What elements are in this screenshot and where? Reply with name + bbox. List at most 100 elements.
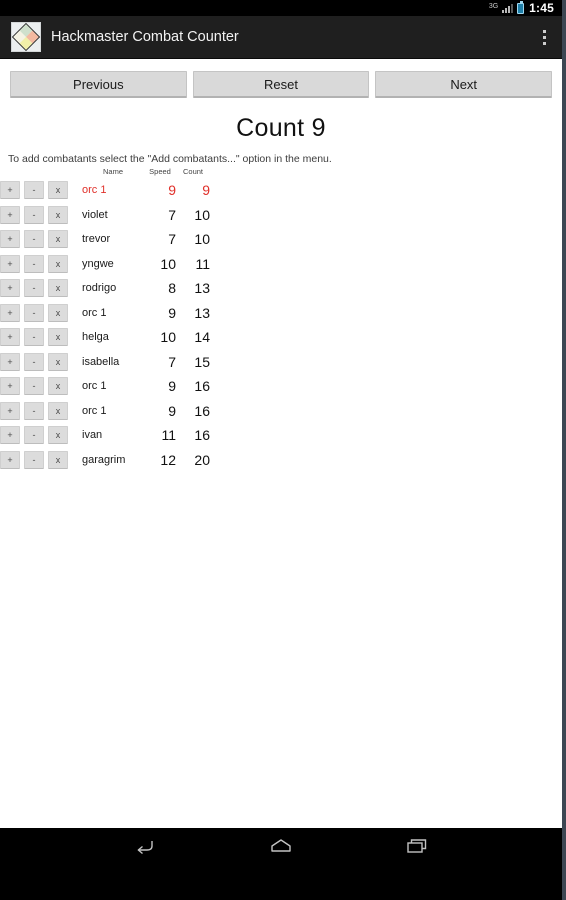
table-row: + - x orc 1 9 16	[0, 374, 210, 399]
decrement-button[interactable]: -	[24, 426, 44, 445]
count-column-header: Count	[182, 167, 203, 176]
table-row: + - x trevor 7 10	[0, 227, 210, 252]
decrement-button[interactable]: -	[24, 328, 44, 347]
combatant-count: 16	[194, 378, 210, 395]
row-actions-cell: + - x	[0, 325, 82, 350]
increment-button[interactable]: +	[0, 230, 20, 249]
decrement-button[interactable]: -	[24, 279, 44, 298]
combatant-name: ivan	[82, 429, 103, 442]
remove-button[interactable]: x	[48, 377, 68, 396]
decrement-button[interactable]: -	[24, 181, 44, 200]
row-actions-cell: + - x	[0, 350, 82, 375]
combatant-name: isabella	[82, 355, 120, 368]
instructions-text: To add combatants select the "Add combat…	[8, 153, 332, 165]
decrement-button[interactable]: -	[24, 254, 44, 273]
main-content: Previous Reset Next Count 9 To add comba…	[0, 59, 562, 864]
decrement-button[interactable]: -	[24, 303, 44, 322]
remove-button[interactable]: x	[48, 303, 68, 322]
combatant-speed: 7	[168, 353, 176, 370]
row-actions-cell: + - x	[0, 423, 82, 448]
combatant-count: 13	[194, 280, 210, 297]
next-button[interactable]: Next	[375, 71, 553, 98]
combatant-count: 9	[202, 182, 210, 199]
combatant-name: yngwe	[82, 257, 114, 270]
status-bar: 3G 1:45	[0, 0, 562, 16]
combatant-speed: 7	[168, 231, 176, 248]
combatant-name: orc 1	[82, 380, 107, 393]
decrement-button[interactable]: -	[24, 401, 44, 420]
status-bar-right: 3G 1:45	[488, 0, 554, 15]
device-screen: 3G 1:45 Hackmaster Combat Counter Previo…	[0, 0, 566, 900]
reset-button[interactable]: Reset	[192, 71, 370, 98]
combatant-speed: 11	[161, 427, 176, 444]
combatant-speed: 12	[160, 451, 176, 468]
combatant-name: orc 1	[82, 306, 107, 319]
increment-button[interactable]: +	[0, 328, 20, 347]
remove-button[interactable]: x	[48, 352, 68, 371]
increment-button[interactable]: +	[0, 426, 20, 445]
combatant-speed: 9	[168, 182, 176, 199]
decrement-button[interactable]: -	[24, 205, 44, 224]
actions-column-header	[0, 167, 82, 178]
remove-button[interactable]: x	[48, 279, 68, 298]
increment-button[interactable]: +	[0, 401, 20, 420]
combatant-count: 14	[194, 329, 210, 346]
status-bar-clock: 1:45	[529, 1, 554, 15]
home-icon[interactable]	[261, 831, 301, 861]
remove-button[interactable]: x	[48, 450, 68, 469]
combatant-count: 16	[194, 427, 210, 444]
system-navigation-bar	[0, 828, 562, 864]
remove-button[interactable]: x	[48, 254, 68, 273]
remove-button[interactable]: x	[48, 401, 68, 420]
increment-button[interactable]: +	[0, 377, 20, 396]
row-actions-cell: + - x	[0, 448, 82, 473]
decrement-button[interactable]: -	[24, 352, 44, 371]
previous-button[interactable]: Previous	[10, 71, 187, 98]
combatant-count: 15	[194, 353, 210, 370]
combatants-table: Name Speed Count + - x orc 1 9 9 + - x violet 7 10 +…	[0, 167, 210, 472]
table-row: + - x garagrim 12 20	[0, 448, 210, 473]
combatant-name: trevor	[82, 233, 111, 246]
decrement-button[interactable]: -	[24, 230, 44, 249]
decrement-button[interactable]: -	[24, 377, 44, 396]
remove-button[interactable]: x	[48, 181, 68, 200]
row-actions-cell: + - x	[0, 203, 82, 228]
combatant-speed: 9	[168, 304, 176, 321]
name-column-header: Name	[102, 167, 123, 176]
overflow-menu-icon[interactable]	[526, 16, 562, 59]
battery-icon	[517, 0, 525, 14]
recent-apps-icon[interactable]	[397, 831, 437, 861]
network-type-label: 3G	[488, 3, 499, 10]
combatants-table-body: + - x orc 1 9 9 + - x violet 7 10 + - x trevor 7 10 + - x yng…	[0, 178, 210, 472]
signal-bars-icon	[502, 3, 514, 13]
remove-button[interactable]: x	[48, 426, 68, 445]
increment-button[interactable]: +	[0, 279, 20, 298]
increment-button[interactable]: +	[0, 352, 20, 371]
row-actions-cell: + - x	[0, 178, 82, 203]
row-actions-cell: + - x	[0, 399, 82, 424]
combatant-name: orc 1	[82, 184, 107, 197]
increment-button[interactable]: +	[0, 205, 20, 224]
increment-button[interactable]: +	[0, 450, 20, 469]
remove-button[interactable]: x	[48, 230, 68, 249]
table-header-row: Name Speed Count	[0, 167, 210, 178]
increment-button[interactable]: +	[0, 254, 20, 273]
increment-button[interactable]: +	[0, 303, 20, 322]
combatant-name: orc 1	[82, 404, 107, 417]
table-row: + - x yngwe 10 11	[0, 252, 210, 277]
remove-button[interactable]: x	[48, 328, 68, 347]
action-bar: Hackmaster Combat Counter	[0, 16, 562, 59]
diamond-logo-icon	[11, 22, 41, 52]
table-row: + - x orc 1 9 16	[0, 399, 210, 424]
page-title: Hackmaster Combat Counter	[51, 29, 239, 45]
back-arrow-icon[interactable]	[125, 831, 165, 861]
decrement-button[interactable]: -	[24, 450, 44, 469]
table-row: + - x helga 10 14	[0, 325, 210, 350]
table-row: + - x violet 7 10	[0, 203, 210, 228]
remove-button[interactable]: x	[48, 205, 68, 224]
row-actions-cell: + - x	[0, 374, 82, 399]
combatant-name: violet	[82, 208, 108, 221]
speed-column-header: Speed	[149, 167, 171, 176]
increment-button[interactable]: +	[0, 181, 20, 200]
combatant-speed: 10	[160, 329, 176, 346]
